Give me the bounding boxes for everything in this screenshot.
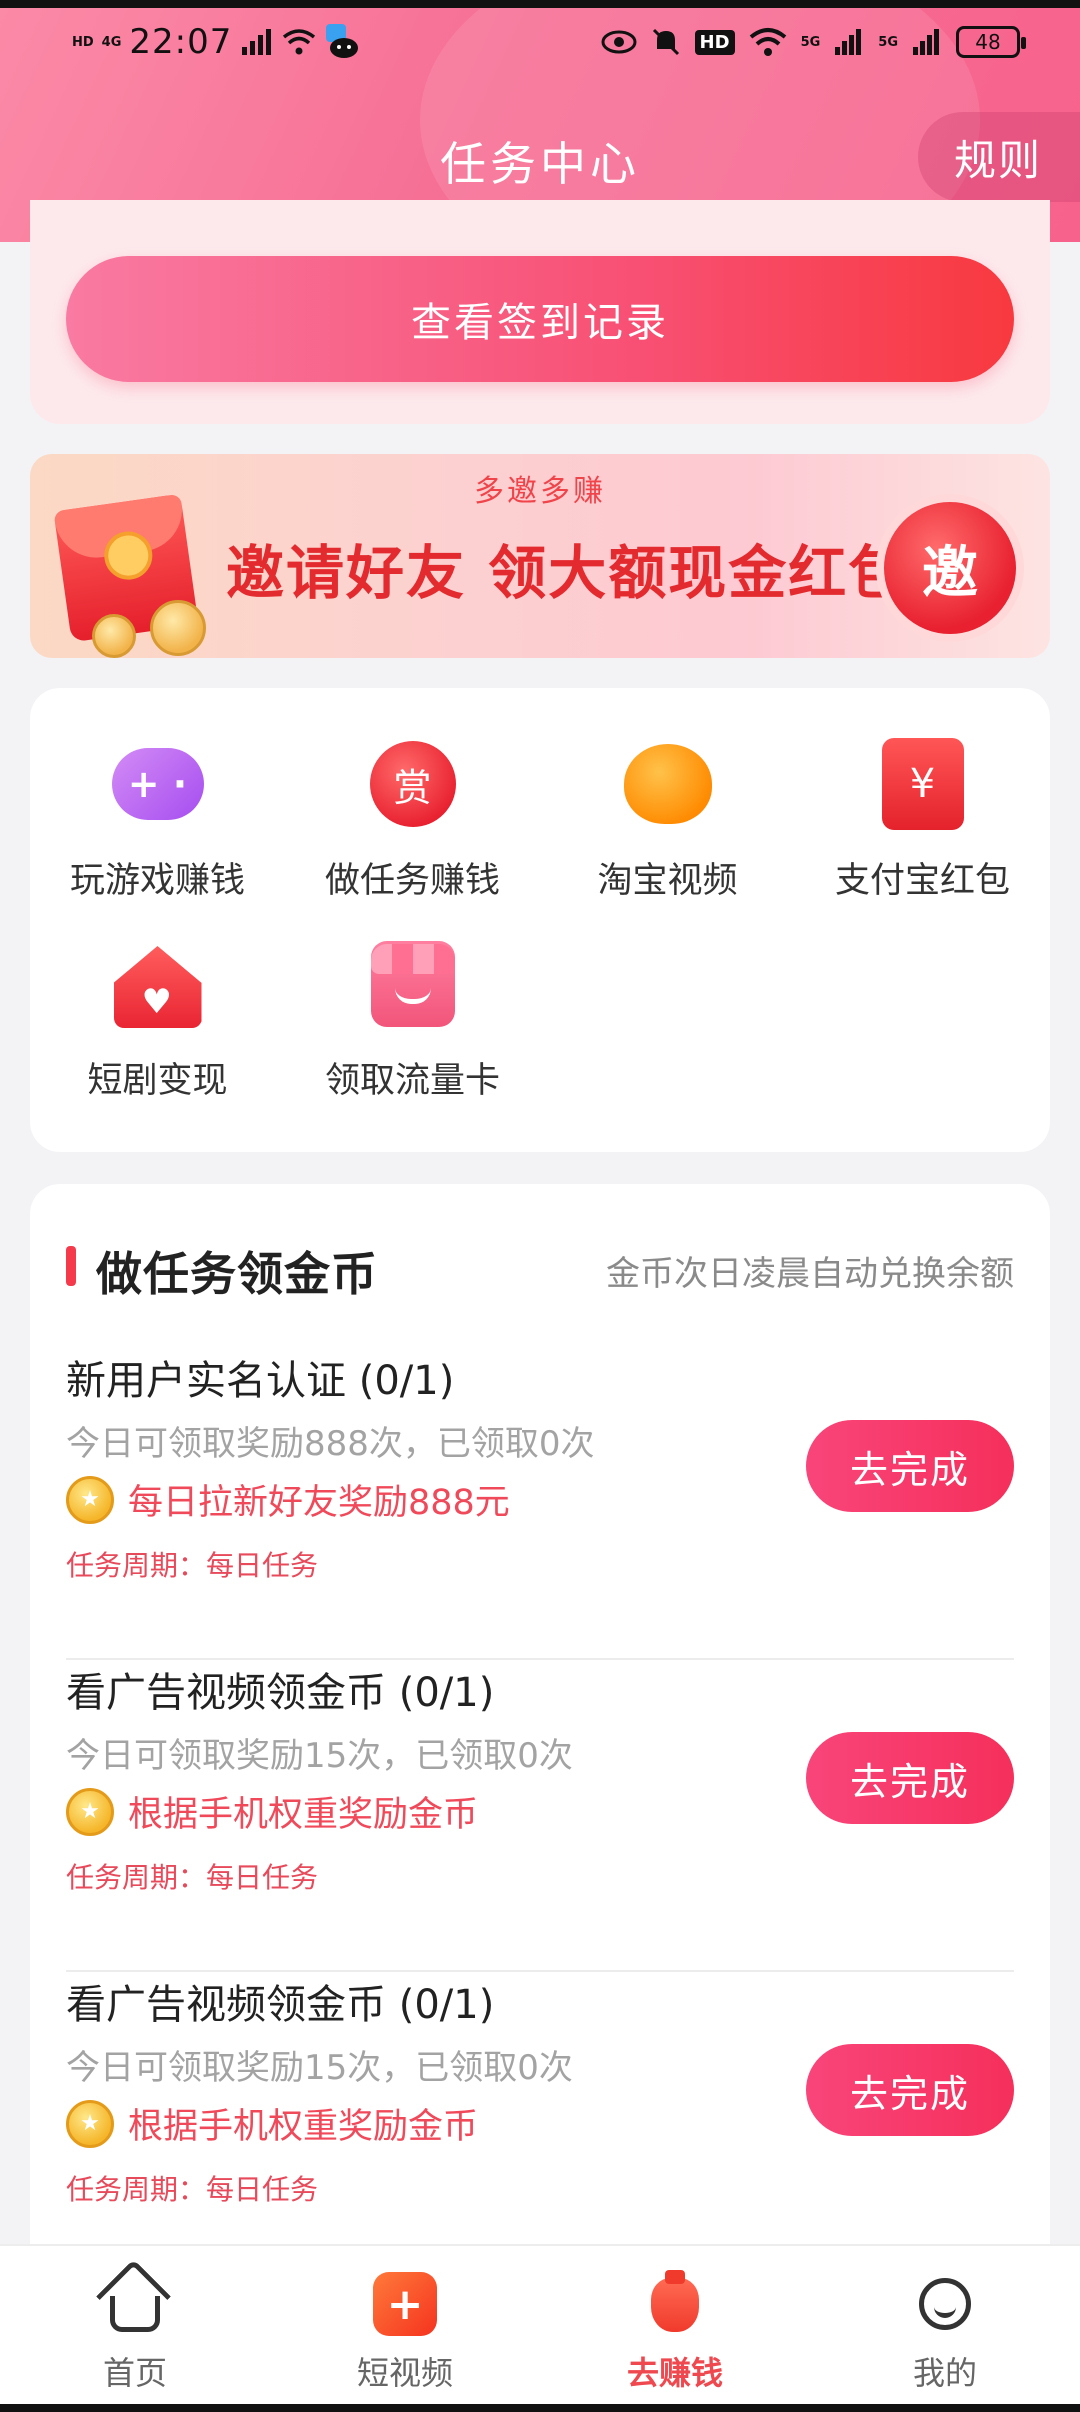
hd-badge: HD [694, 29, 735, 55]
money-bag-icon [643, 2270, 707, 2336]
home-icon [103, 2272, 167, 2336]
go-complete-button[interactable]: 去完成 [806, 2044, 1014, 2136]
task-quota: 今日可领取奖励15次，已领取0次 [66, 1736, 573, 1776]
section-accent-bar [66, 1246, 76, 1286]
reward-icon: 赏 [365, 736, 461, 832]
battery-indicator: 48 [956, 26, 1026, 58]
checkin-card: 查看签到记录 [30, 200, 1050, 424]
task-name: 看广告视频领金币 (0/1) [66, 1670, 495, 1716]
wifi-icon [283, 29, 316, 55]
go-complete-button[interactable]: 去完成 [806, 1732, 1014, 1824]
signal-icon-1 [835, 29, 862, 55]
network-5g-indicator-2: 5G [878, 34, 898, 50]
task-list-card: 做任务领金币 金币次日凌晨自动兑换余额 新用户实名认证 (0/1) 今日可领取奖… [30, 1184, 1050, 2284]
nav-item-short-video[interactable]: + 短视频 [270, 2272, 540, 2394]
grid-item-label: 支付宝红包 [834, 861, 1010, 901]
grid-item-play-games[interactable]: + · 玩游戏赚钱 [30, 736, 285, 903]
grid-item-label: 领取流量卡 [324, 1061, 500, 1101]
task-quota: 今日可领取奖励888次，已领取0次 [66, 1424, 595, 1464]
mute-bell-icon [652, 28, 679, 56]
status-right: HD 5G 5G 48 [601, 26, 1026, 58]
nav-item-home[interactable]: 首页 [0, 2272, 270, 2394]
grid-item-do-tasks[interactable]: 赏 做任务赚钱 [285, 736, 540, 903]
task-name: 新用户实名认证 (0/1) [66, 1358, 455, 1404]
task-cycle: 任务周期：每日任务 [66, 1549, 319, 1582]
banner-headline: 邀请好友 领大额现金红包 [226, 539, 909, 607]
bottom-navigation: 首页 + 短视频 去赚钱 我的 [0, 2244, 1080, 2412]
nav-label-active: 去赚钱 [626, 2354, 723, 2392]
chat-app-icon [326, 24, 359, 58]
task-bonus-text: 根据手机权重奖励金币 [128, 1795, 479, 1835]
coin-icon: ★ [66, 2099, 114, 2148]
task-bonus-text: 每日拉新好友奖励888元 [128, 1483, 510, 1523]
task-bonus: ★ 根据手机权重奖励金币 [66, 2098, 478, 2149]
task-bonus: ★ 根据手机权重奖励金币 [66, 1786, 478, 1837]
view-checkin-record-button[interactable]: 查看签到记录 [66, 256, 1014, 382]
task-section-title: 做任务领金币 [96, 1247, 378, 1301]
invite-friends-banner[interactable]: 多邀多赚 邀请好友 领大额现金红包 邀 [30, 454, 1050, 658]
task-row: 新用户实名认证 (0/1) 今日可领取奖励888次，已领取0次 ★ 每日拉新好友… [66, 1348, 1014, 1660]
eye-icon [601, 30, 637, 54]
task-row: 看广告视频领金币 (0/1) 今日可领取奖励15次，已领取0次 ★ 根据手机权重… [66, 1972, 1014, 2284]
nav-label: 短视频 [356, 2354, 453, 2392]
drama-house-icon: ♥ [110, 936, 206, 1032]
status-bar: HD 4G 22:07 HD 5G 5G 48 [0, 18, 1080, 78]
screen-bottom-edge [0, 2404, 1080, 2412]
status-time: 22:07 [129, 22, 233, 62]
grid-item-label: 淘宝视频 [597, 861, 738, 901]
task-cycle: 任务周期：每日任务 [66, 2173, 319, 2206]
signal-icon [242, 29, 272, 55]
grid-item-label: 做任务赚钱 [324, 861, 500, 901]
taobao-icon [620, 736, 716, 832]
signal-icon-2 [913, 29, 939, 55]
task-quota: 今日可领取奖励15次，已领取0次 [66, 2048, 573, 2088]
screen-top-edge [0, 0, 1080, 8]
grid-item-label: 玩游戏赚钱 [69, 861, 245, 901]
alipay-red-envelope-icon: ¥ [875, 736, 971, 832]
reward-glyph: 赏 [369, 741, 456, 827]
go-complete-button[interactable]: 去完成 [806, 1420, 1014, 1512]
task-row: 看广告视频领金币 (0/1) 今日可领取奖励15次，已领取0次 ★ 根据手机权重… [66, 1660, 1014, 1972]
coin-icon: ★ [66, 1475, 114, 1524]
plus-video-icon: + [373, 2272, 437, 2336]
invite-badge[interactable]: 邀 [876, 494, 1024, 642]
grid-item-label: 短剧变现 [87, 1061, 228, 1101]
task-section-note: 金币次日凌晨自动兑换余额 [606, 1254, 1014, 1294]
coin-decoration-icon [92, 614, 136, 658]
grid-item-taobao-video[interactable]: 淘宝视频 [540, 736, 795, 903]
nav-item-earn-money[interactable]: 去赚钱 [540, 2270, 810, 2394]
shop-icon [365, 936, 461, 1032]
rules-button[interactable]: 规则 [918, 112, 1080, 202]
status-left: HD 4G 22:07 [72, 22, 360, 62]
wifi-icon-right [749, 28, 786, 56]
nav-label: 首页 [102, 2354, 167, 2392]
banner-subtitle: 多邀多赚 [474, 474, 606, 509]
grid-item-alipay-red-envelope[interactable]: ¥ 支付宝红包 [795, 736, 1050, 903]
grid-item-data-card[interactable]: 领取流量卡 [285, 936, 540, 1103]
task-bonus-text: 根据手机权重奖励金币 [128, 2107, 479, 2147]
task-cycle: 任务周期：每日任务 [66, 1861, 319, 1894]
nav-label: 我的 [912, 2354, 977, 2392]
network-4g-indicator: 4G [101, 34, 122, 50]
smile-icon [913, 2272, 977, 2336]
hd-indicator: HD [72, 34, 94, 50]
coin-icon: ★ [66, 1787, 114, 1836]
gamepad-icon: + · [110, 736, 206, 832]
grid-item-short-drama[interactable]: ♥ 短剧变现 [30, 936, 285, 1103]
alipay-glyph: ¥ [881, 738, 964, 830]
feature-grid: + · 玩游戏赚钱 赏 做任务赚钱 淘宝视频 ¥ 支付宝红包 ♥ 短剧变现 领取… [30, 688, 1050, 1152]
task-name: 看广告视频领金币 (0/1) [66, 1982, 495, 2028]
network-5g-indicator-1: 5G [800, 34, 821, 50]
task-bonus: ★ 每日拉新好友奖励888元 [66, 1474, 510, 1525]
coin-decoration-icon [150, 600, 206, 656]
nav-item-mine[interactable]: 我的 [810, 2272, 1080, 2394]
